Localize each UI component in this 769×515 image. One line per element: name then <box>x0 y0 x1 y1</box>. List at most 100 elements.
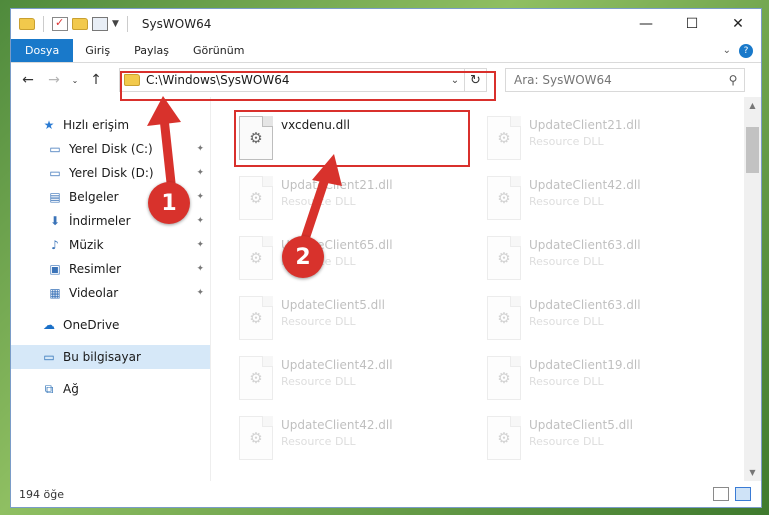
file-item[interactable]: ⚙ vxcdenu.dll <box>233 112 469 168</box>
dll-file-gear-icon: ⚙ <box>239 176 273 220</box>
pin-icon[interactable]: ✦ <box>196 264 204 274</box>
computer-icon: ▭ <box>43 350 55 364</box>
sidebar-item-network[interactable]: ⧉ Ağ <box>11 377 210 401</box>
sidebar-item[interactable]: ▣ Resimler ✦ <box>11 257 210 281</box>
tab-home[interactable]: Giriş <box>73 39 122 62</box>
folder-icon <box>19 18 35 30</box>
sidebar-item-quick-access[interactable]: ★ Hızlı erişim <box>11 113 210 137</box>
scroll-thumb[interactable] <box>746 127 759 173</box>
file-type: Resource DLL <box>281 195 356 208</box>
file-name: UpdateClient42.dll <box>529 178 641 192</box>
sidebar-item-this-pc[interactable]: ▭ Bu bilgisayar <box>11 345 210 369</box>
pin-icon[interactable]: ✦ <box>196 288 204 298</box>
file-type: Resource DLL <box>529 315 604 328</box>
help-icon[interactable]: ? <box>739 43 753 58</box>
up-button[interactable]: ↑ <box>85 72 107 88</box>
refresh-button[interactable]: ↻ <box>464 69 486 91</box>
file-name: UpdateClient42.dll <box>281 418 393 432</box>
chevron-down-icon[interactable]: ▼ <box>112 19 119 29</box>
quick-access-list: ▭ Yerel Disk (C:) ✦ ▭ Yerel Disk (D:) ✦ ▤ Belge… <box>11 137 210 305</box>
maximize-button[interactable]: ☐ <box>669 9 715 39</box>
sidebar-item[interactable]: ▭ Yerel Disk (D:) ✦ <box>11 161 210 185</box>
sidebar-item-label: Videolar <box>69 286 119 300</box>
file-type: Resource DLL <box>281 435 356 448</box>
sidebar-item-label: Yerel Disk (C:) <box>69 142 153 156</box>
pin-icon[interactable]: ✦ <box>196 168 204 178</box>
file-item[interactable]: ⚙ UpdateClient5.dll Resource DLL <box>233 292 469 348</box>
file-name: UpdateClient21.dll <box>281 178 393 192</box>
search-box[interactable]: ⚲ <box>505 68 745 92</box>
file-item[interactable]: ⚙ UpdateClient5.dll Resource DLL <box>481 412 717 468</box>
customize-icon[interactable] <box>92 17 108 31</box>
dll-file-gear-icon: ⚙ <box>487 416 521 460</box>
sidebar-item-label: İndirmeler <box>69 214 131 228</box>
file-name: UpdateClient5.dll <box>529 418 633 432</box>
back-button[interactable]: ← <box>17 72 39 88</box>
scroll-down-icon[interactable]: ▼ <box>744 464 761 481</box>
file-list: ⚙ vxcdenu.dll ⚙ UpdateClient21.dll Resource … <box>211 97 761 481</box>
item-count: 194 öğe <box>19 487 64 501</box>
properties-check-icon[interactable] <box>52 16 68 31</box>
file-item[interactable]: ⚙ UpdateClient21.dll Resource DLL <box>233 172 469 228</box>
forward-button[interactable]: → <box>43 72 65 88</box>
file-item[interactable]: ⚙ UpdateClient42.dll Resource DLL <box>233 352 469 408</box>
address-history-chevron-icon[interactable]: ⌄ <box>446 75 464 86</box>
step-badge-2: 2 <box>282 236 324 278</box>
new-folder-icon[interactable] <box>72 18 88 30</box>
vertical-scrollbar[interactable]: ▲ ▼ <box>744 97 761 481</box>
scroll-up-icon[interactable]: ▲ <box>744 97 761 114</box>
file-item[interactable]: ⚙ UpdateClient42.dll Resource DLL <box>481 172 717 228</box>
pictures-icon: ▣ <box>49 262 61 276</box>
pin-icon[interactable]: ✦ <box>196 240 204 250</box>
close-button[interactable]: ✕ <box>715 9 761 39</box>
main-area: ★ Hızlı erişim ▭ Yerel Disk (C:) ✦ ▭ Yerel D… <box>11 97 761 481</box>
quick-access-toolbar: ▼ <box>11 16 132 32</box>
dll-file-gear-icon: ⚙ <box>239 236 273 280</box>
sidebar-item-label: Bu bilgisayar <box>63 350 141 364</box>
file-type: Resource DLL <box>281 375 356 388</box>
file-type: Resource DLL <box>529 195 604 208</box>
dll-file-gear-icon: ⚙ <box>487 116 521 160</box>
title-bar: ▼ SysWOW64 — ☐ ✕ <box>11 9 761 39</box>
pin-icon[interactable]: ✦ <box>196 192 204 202</box>
recent-locations-button[interactable]: ⌄ <box>69 76 81 85</box>
file-item[interactable]: ⚙ UpdateClient42.dll Resource DLL <box>233 412 469 468</box>
downloads-icon: ⬇ <box>49 214 61 228</box>
address-path[interactable]: C:\Windows\SysWOW64 <box>146 73 290 87</box>
tiles-view-icon[interactable] <box>735 487 751 501</box>
ribbon-controls: ⌄ ? <box>723 39 761 62</box>
window-title: SysWOW64 <box>141 17 212 31</box>
file-name: vxcdenu.dll <box>281 118 350 132</box>
search-input[interactable] <box>514 73 722 87</box>
dll-file-gear-icon: ⚙ <box>239 356 273 400</box>
explorer-window: ▼ SysWOW64 — ☐ ✕ Dosya Giriş Paylaş Görü… <box>10 8 762 508</box>
pin-icon[interactable]: ✦ <box>196 216 204 226</box>
search-icon[interactable]: ⚲ <box>722 73 744 87</box>
tab-share[interactable]: Paylaş <box>122 39 181 62</box>
file-item[interactable]: ⚙ UpdateClient63.dll Resource DLL <box>481 232 717 288</box>
pin-icon[interactable]: ✦ <box>196 144 204 154</box>
tab-view[interactable]: Görünüm <box>181 39 256 62</box>
sidebar-item[interactable]: ▭ Yerel Disk (C:) ✦ <box>11 137 210 161</box>
tab-file[interactable]: Dosya <box>11 39 74 62</box>
file-item[interactable]: ⚙ UpdateClient19.dll Resource DLL <box>481 352 717 408</box>
sidebar-item-label: OneDrive <box>63 318 120 332</box>
sidebar-item-label: Resimler <box>69 262 122 276</box>
address-bar[interactable]: C:\Windows\SysWOW64 ⌄ ↻ <box>119 68 487 92</box>
file-type: Resource DLL <box>281 315 356 328</box>
expand-ribbon-chevron-icon[interactable]: ⌄ <box>723 45 731 56</box>
dll-file-gear-icon: ⚙ <box>239 416 273 460</box>
file-name: UpdateClient19.dll <box>529 358 641 372</box>
sidebar-item-onedrive[interactable]: ☁ OneDrive <box>11 313 210 337</box>
minimize-button[interactable]: — <box>623 9 669 39</box>
file-name: UpdateClient5.dll <box>281 298 385 312</box>
status-bar: 194 öğe <box>11 481 761 507</box>
file-item[interactable]: ⚙UpdateClient65.dllResource DLL <box>233 232 469 288</box>
sidebar-item[interactable]: ♪ Müzik ✦ <box>11 233 210 257</box>
file-name: UpdateClient63.dll <box>529 298 641 312</box>
sidebar-item[interactable]: ▦ Videolar ✦ <box>11 281 210 305</box>
file-item[interactable]: ⚙ UpdateClient21.dll Resource DLL <box>481 112 717 168</box>
file-item[interactable]: ⚙ UpdateClient63.dll Resource DLL <box>481 292 717 348</box>
sidebar-item-label: Belgeler <box>69 190 119 204</box>
details-view-icon[interactable] <box>713 487 729 501</box>
